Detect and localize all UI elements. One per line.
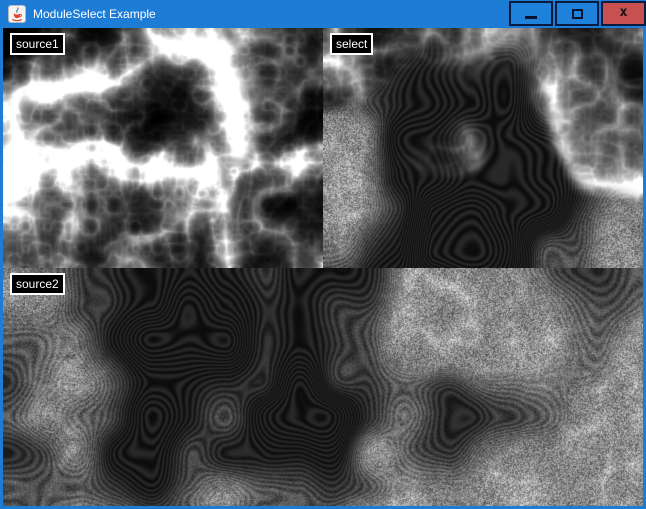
close-icon: x xyxy=(620,6,628,19)
minimize-icon xyxy=(525,16,537,19)
render-area: source1 select source2 xyxy=(3,28,643,506)
app-window: ModuleSelect Example x source1 select so… xyxy=(0,0,646,509)
maximize-icon xyxy=(572,9,583,19)
minimize-button[interactable] xyxy=(509,1,553,26)
close-button[interactable]: x xyxy=(601,1,646,26)
select-noise-image xyxy=(323,28,643,268)
java-coffee-cup-icon xyxy=(8,5,26,23)
source2-label: source2 xyxy=(10,273,65,295)
source2-noise-image xyxy=(3,268,643,506)
window-title: ModuleSelect Example xyxy=(33,7,156,21)
window-controls: x xyxy=(509,1,646,26)
source1-noise-image xyxy=(3,28,323,268)
source1-label: source1 xyxy=(10,33,65,55)
maximize-button[interactable] xyxy=(555,1,599,26)
select-label: select xyxy=(330,33,373,55)
titlebar[interactable]: ModuleSelect Example x xyxy=(0,0,646,28)
